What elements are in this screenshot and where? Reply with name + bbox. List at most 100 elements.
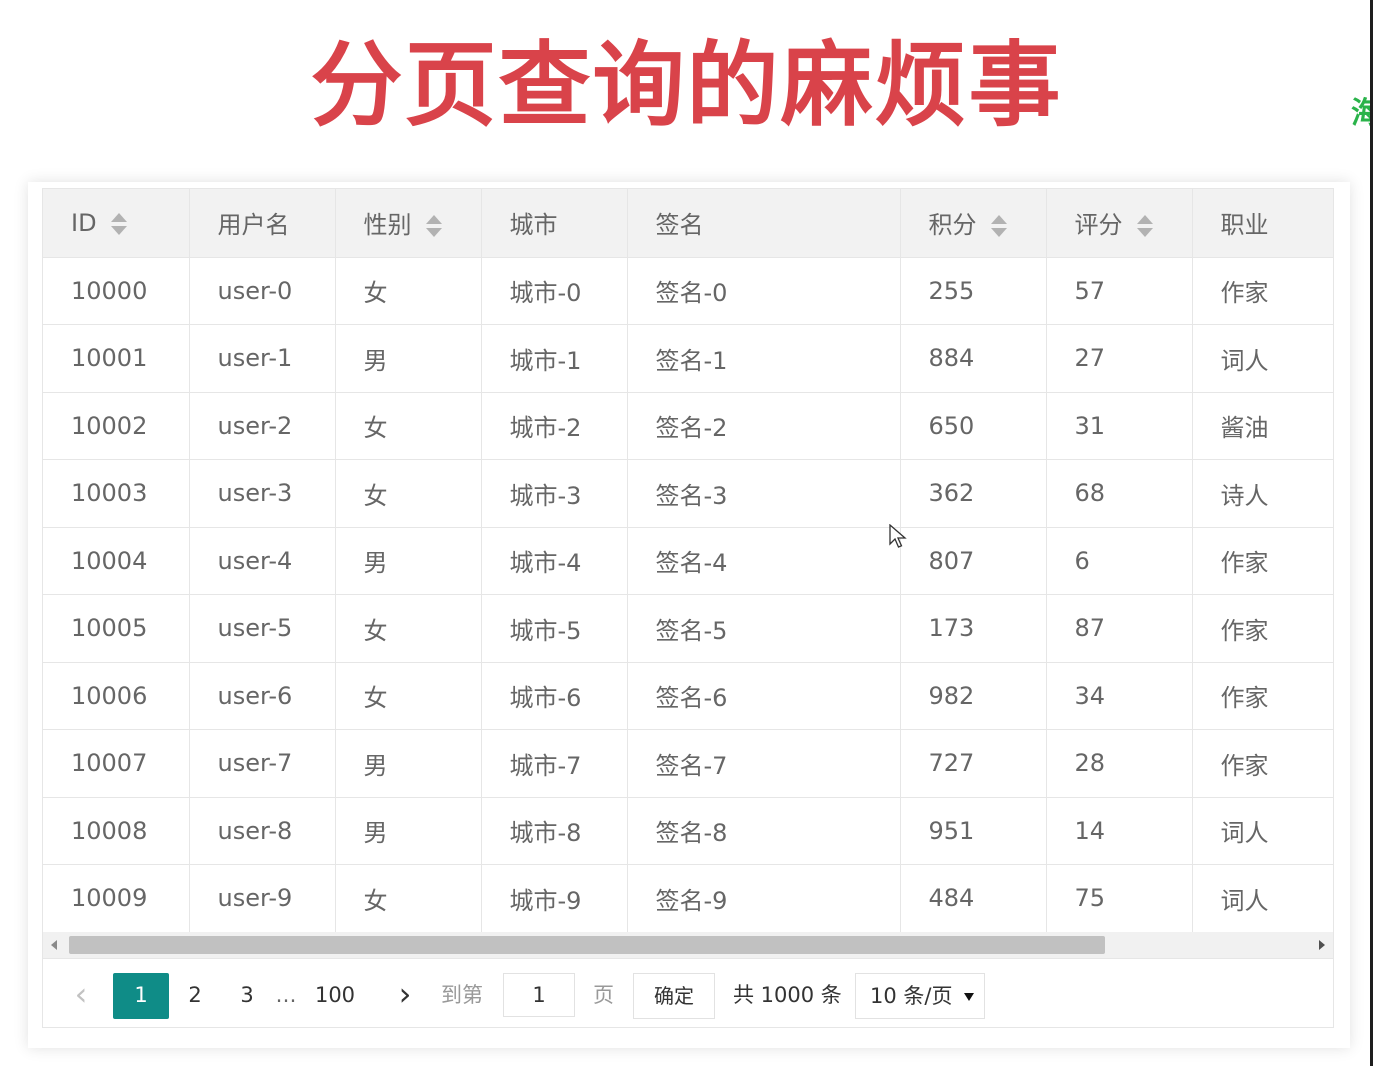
column-header-label: 性别	[363, 211, 412, 240]
column-header-label: 积分	[928, 211, 977, 240]
table-cell: 884	[900, 324, 1047, 393]
table-row[interactable]: 10003 user-3 女城市-3 签名-3 362 68 诗人	[43, 459, 1333, 528]
column-header[interactable]: 积分	[900, 189, 1047, 258]
table-row[interactable]: 10008 user-8 男城市-8 签名-8 951 14 词人	[43, 797, 1333, 865]
table-card: ID 用户名 性别 城市 签名 积分 评分 职业 10000 user-0 女城市-0 签名-0 25…	[28, 182, 1350, 1048]
confirm-button[interactable]: 确定	[633, 973, 715, 1019]
table-cell: 727	[900, 729, 1047, 798]
header-row: ID 用户名 性别 城市 签名 积分 评分 职业	[43, 189, 1333, 258]
table-cell: user-7	[189, 729, 336, 798]
table-cell: 31	[1046, 392, 1193, 460]
table-cell: 10001	[43, 324, 190, 393]
table-cell: 签名-9	[627, 864, 901, 933]
goto-label: 到第	[441, 983, 483, 1007]
table-cell: 城市-7	[481, 729, 628, 798]
table-cell: 签名-7	[627, 729, 901, 798]
table-body: 10000 user-0 女城市-0 签名-0 255 57 作家 10001 user-1 男城…	[43, 257, 1333, 933]
table-cell: 女	[335, 459, 482, 528]
sort-icon[interactable]	[1136, 215, 1153, 238]
column-header: 城市	[481, 189, 628, 258]
data-table: ID 用户名 性别 城市 签名 积分 评分 职业 10000 user-0 女城市-0 签名-0 25…	[43, 189, 1333, 933]
table-cell: user-8	[189, 797, 336, 865]
table-cell: 10002	[43, 392, 190, 460]
table-cell: 签名-3	[627, 459, 901, 528]
goto-page-input[interactable]	[503, 973, 575, 1017]
table-cell: 城市-4	[481, 527, 628, 595]
table-cell: 女	[335, 662, 482, 730]
prev-page-icon[interactable]: ‹	[61, 973, 101, 1017]
table-cell: 签名-5	[627, 594, 901, 663]
column-header-label: 城市	[509, 211, 558, 240]
page-size-value: 10 条/页	[870, 984, 953, 1008]
table-cell: 173	[900, 594, 1047, 663]
table-row[interactable]: 10007 user-7 男城市-7 签名-7 727 28 作家	[43, 729, 1333, 798]
table-cell: 362	[900, 459, 1047, 528]
column-header-label: ID	[71, 208, 97, 237]
table-row[interactable]: 10001 user-1 男城市-1 签名-1 884 27 词人	[43, 324, 1333, 393]
table-cell: 酱油	[1192, 392, 1333, 460]
table-cell: 城市-5	[481, 594, 628, 663]
pagination: ‹ 1 2 3 … 100 › 到第 页 确定 共 1000 条 10 条/页	[43, 959, 1333, 1027]
column-header-label: 签名	[655, 211, 704, 240]
table-header: ID 用户名 性别 城市 签名 积分 评分 职业	[43, 189, 1333, 258]
next-page-icon[interactable]: ›	[385, 973, 425, 1017]
table-row[interactable]: 10002 user-2 女城市-2 签名-2 650 31 酱油	[43, 392, 1333, 460]
table-cell: user-5	[189, 594, 336, 663]
table-cell: 城市-6	[481, 662, 628, 730]
table-cell: user-6	[189, 662, 336, 730]
page-3-button[interactable]: 3	[227, 973, 267, 1017]
column-header[interactable]: 评分	[1046, 189, 1193, 258]
table-cell: 34	[1046, 662, 1193, 730]
table-cell: 951	[900, 797, 1047, 865]
column-header[interactable]: 性别	[335, 189, 482, 258]
table-row[interactable]: 10009 user-9 女城市-9 签名-9 484 75 词人	[43, 864, 1333, 933]
table-cell: user-9	[189, 864, 336, 933]
table-cell: 城市-2	[481, 392, 628, 460]
table-cell: 27	[1046, 324, 1193, 393]
page-label: 页	[593, 983, 614, 1007]
mouse-cursor-icon	[889, 524, 907, 548]
total-count: 共 1000 条	[733, 983, 842, 1007]
scroll-right-arrow-icon[interactable]	[1319, 940, 1325, 950]
table-cell: 城市-1	[481, 324, 628, 393]
column-header[interactable]: ID	[43, 189, 190, 258]
table-cell: 男	[335, 729, 482, 798]
table-cell: 签名-8	[627, 797, 901, 865]
page: 分页查询的麻烦事 海 ID 用户名 性别 城市 签名 积分 评分 职业 10000 use	[0, 0, 1373, 1066]
table-cell: 女	[335, 392, 482, 460]
table-cell: 10000	[43, 257, 190, 325]
column-header-label: 评分	[1074, 211, 1123, 240]
table-cell: 作家	[1192, 527, 1333, 595]
table-cell: 词人	[1192, 797, 1333, 865]
table-row[interactable]: 10005 user-5 女城市-5 签名-5 173 87 作家	[43, 594, 1333, 663]
page-1-button[interactable]: 1	[113, 973, 169, 1019]
sort-icon[interactable]	[425, 215, 442, 238]
page-size-select[interactable]: 10 条/页	[855, 973, 985, 1019]
table-cell: 签名-1	[627, 324, 901, 393]
table-row[interactable]: 10004 user-4 男城市-4 签名-4 807 6 作家	[43, 527, 1333, 595]
sort-icon[interactable]	[110, 212, 127, 235]
table-cell: 女	[335, 257, 482, 325]
table-cell: 650	[900, 392, 1047, 460]
sort-icon[interactable]	[990, 215, 1007, 238]
column-header-label: 用户名	[217, 211, 290, 240]
table-row[interactable]: 10006 user-6 女城市-6 签名-6 982 34 作家	[43, 662, 1333, 730]
table-cell: 城市-0	[481, 257, 628, 325]
horizontal-scrollbar[interactable]	[43, 932, 1333, 959]
column-header: 签名	[627, 189, 901, 258]
page-last-button[interactable]: 100	[311, 973, 359, 1017]
table-cell: 作家	[1192, 729, 1333, 798]
table-cell: 诗人	[1192, 459, 1333, 528]
table-row[interactable]: 10000 user-0 女城市-0 签名-0 255 57 作家	[43, 257, 1333, 325]
scroll-thumb[interactable]	[69, 936, 1105, 954]
table-cell: 982	[900, 662, 1047, 730]
table-cell: 484	[900, 864, 1047, 933]
table-cell: 10004	[43, 527, 190, 595]
table-cell: 68	[1046, 459, 1193, 528]
table-cell: 10006	[43, 662, 190, 730]
table-cell: 男	[335, 797, 482, 865]
table-cell: 女	[335, 864, 482, 933]
table-cell: 作家	[1192, 594, 1333, 663]
scroll-left-arrow-icon[interactable]	[51, 940, 57, 950]
page-2-button[interactable]: 2	[175, 973, 215, 1017]
